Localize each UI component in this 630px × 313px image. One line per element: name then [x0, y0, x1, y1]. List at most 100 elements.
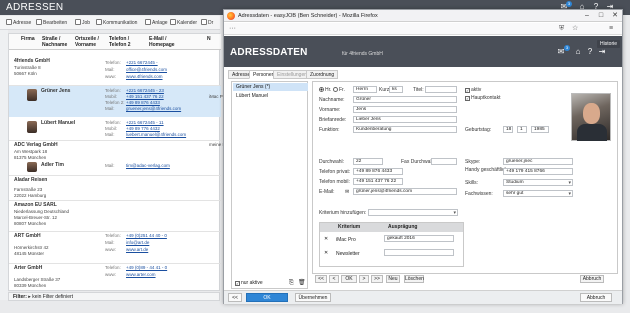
back-button[interactable]: <<	[228, 293, 242, 302]
copy-icon[interactable]: ⎘	[289, 280, 294, 286]
last-record-button[interactable]: >>	[371, 275, 383, 283]
minimize-icon[interactable]: –	[580, 10, 594, 22]
loeschen-button[interactable]: Löschen	[404, 275, 424, 283]
menu-icon[interactable]: ≡	[609, 25, 613, 33]
criteria-value-input[interactable]	[384, 249, 454, 256]
toolbar-job[interactable]: Job	[75, 19, 90, 27]
first-record-button[interactable]: <<	[315, 275, 327, 283]
geburtstag-jahr[interactable]: 1985	[531, 126, 549, 133]
row-phone-link[interactable]: +221 6672445 - 23	[126, 88, 164, 93]
close-icon[interactable]: ✕	[608, 10, 622, 22]
col-homepage[interactable]: Homepage	[149, 42, 175, 48]
tab-zuordnung[interactable]: Zuordnung	[306, 70, 339, 79]
mobil-input[interactable]: +49 151 437 76 22	[353, 178, 403, 185]
col-vorname[interactable]: Vorname	[75, 42, 96, 48]
radio-hr[interactable]	[319, 87, 324, 92]
row-mail-link[interactable]: gruener.jens@4friends.com	[126, 106, 181, 111]
toolbar-drucken[interactable]: Dr	[201, 19, 213, 27]
durchwahl-input[interactable]: 22	[353, 158, 383, 165]
toolbar-kommunikation[interactable]: Kommunikation	[96, 19, 137, 27]
row-web-link[interactable]: www.4friends.com	[126, 74, 163, 79]
row-phone2-link[interactable]: +49 89 876 4433	[126, 100, 160, 105]
toolbar-kalender[interactable]: Kalender	[170, 19, 197, 27]
table-row[interactable]: Lübert Manuel Telefon: Mobil: Mail: +221…	[9, 118, 221, 140]
more-icon[interactable]: ···	[229, 25, 236, 33]
neu-button[interactable]: Neu	[386, 275, 400, 283]
mail-icon[interactable]: ✉	[345, 189, 349, 195]
row-web-link[interactable]: www.art.de	[126, 247, 148, 252]
prev-record-button[interactable]: <	[329, 275, 339, 283]
row-mail-link[interactable]: tim@adac-verlag.com	[126, 163, 170, 168]
row-web-link[interactable]: www.arter.com	[126, 272, 156, 277]
uebernehmen-button[interactable]: Übernehmen	[295, 293, 331, 302]
toolbar-adresse[interactable]: Adresse	[6, 19, 31, 27]
row-mobile-link[interactable]: +49 89 776 4432	[126, 126, 160, 131]
skills-select[interactable]: Studium	[503, 179, 573, 186]
table-row[interactable]: Aladar Reisen Farnstraße 23 22022 Hambur…	[9, 177, 221, 198]
table-row[interactable]: Adler Tim Mail: tim@adac-verlag.com	[9, 162, 221, 174]
nachname-input[interactable]: Grüner	[353, 96, 457, 103]
kriterium-select[interactable]	[368, 209, 458, 216]
toolbar-bearbeiten[interactable]: Bearbeiten	[36, 19, 67, 27]
fachwissen-select[interactable]: sehr gut	[503, 190, 573, 197]
row-mobile-link[interactable]: +49 151 437 76 22	[126, 94, 164, 99]
table-row[interactable]: ADC Verlag GmbH Am Westpark 18 81375 Mün…	[9, 142, 226, 162]
col-n[interactable]: N	[207, 36, 211, 42]
hauptkontakt-checkbox[interactable]: ✓	[465, 96, 470, 101]
help-icon[interactable]: ?	[586, 48, 594, 56]
kurz-input[interactable]: ks	[389, 86, 403, 93]
anrede-fr[interactable]: Fr.	[333, 87, 345, 93]
funktion-input[interactable]: Kundenberatung	[353, 126, 457, 133]
row-mail-link[interactable]: luebert.manuel@4friends.com	[126, 132, 186, 137]
vorname-input[interactable]: Jens	[353, 106, 457, 113]
bookmark-star-icon[interactable]: ☆	[572, 25, 578, 33]
historie-button[interactable]: Historie	[597, 40, 620, 48]
remove-icon[interactable]: ✕	[324, 236, 328, 242]
row-phone-link[interactable]: +221 6672445 - 11	[126, 120, 164, 125]
person-photo[interactable]	[571, 93, 611, 141]
radio-fr[interactable]	[333, 87, 338, 92]
table-row-selected[interactable]: Grüner Jens Telefon: Mobil: Telefon 2: M…	[9, 86, 227, 117]
row-mail-link[interactable]: office@4friends.com	[126, 67, 167, 72]
hauptkontakt-row[interactable]: ✓ Hauptkontakt	[465, 95, 500, 101]
briefanrede-input[interactable]: Lieber Jens	[353, 116, 457, 123]
privat-input[interactable]: +49 89 876 4433	[353, 168, 403, 175]
form-abbruch-button[interactable]: Abbruch	[580, 275, 604, 283]
nav-ok-button[interactable]: OK	[341, 275, 357, 283]
ok-button[interactable]: OK	[246, 293, 288, 302]
logout-icon[interactable]: ⇥	[598, 48, 606, 56]
next-record-button[interactable]: >	[359, 275, 369, 283]
toolbar-anlage[interactable]: Anlage	[145, 19, 168, 27]
col-nachname[interactable]: Nachname	[42, 42, 67, 48]
shield-icon[interactable]: ⛨	[559, 25, 564, 33]
list-item[interactable]: Lübert Manuel	[233, 92, 308, 100]
nur-aktive-checkbox[interactable]: ✓	[235, 281, 240, 286]
email-input[interactable]: grüner.jens@4friends.com	[353, 188, 457, 195]
list-item-selected[interactable]: Grüner Jens (*)	[233, 83, 308, 91]
home-icon[interactable]: ⌂	[574, 48, 582, 56]
filter-bar[interactable]: Filter: ▸ kein Filter definiert	[8, 292, 220, 301]
handy-input[interactable]: +49 179 415 8766	[503, 168, 573, 175]
col-firma[interactable]: Firma	[21, 36, 35, 42]
geburtstag-monat[interactable]: 1	[517, 126, 527, 133]
row-phone-link[interactable]: +221 6672445 -	[126, 60, 158, 65]
col-telefon2[interactable]: Telefon 2	[109, 42, 131, 48]
maximize-icon[interactable]: □	[594, 10, 608, 22]
aktiv-row[interactable]: ✓ aktiv	[465, 87, 481, 93]
table-row[interactable]: ART GmbH Hörnerkirchstr 42 48145 Münster…	[9, 233, 221, 261]
abbruch-button[interactable]: Abbruch	[580, 293, 612, 302]
row-mail-link[interactable]: info@art.de	[126, 240, 149, 245]
row-phone-link[interactable]: +49 (0)89 - 44 41 - 0	[126, 265, 167, 270]
fax-input[interactable]	[431, 158, 457, 165]
criteria-value-input[interactable]: gekauft 2016	[384, 235, 454, 242]
delete-icon[interactable]: 🗑	[298, 280, 306, 286]
titel-input[interactable]	[425, 86, 457, 93]
row-phone-link[interactable]: +49 (0)251 44 40 - 0	[126, 233, 167, 238]
anrede-hr[interactable]: Hr.	[319, 87, 331, 93]
aktiv-checkbox[interactable]: ✓	[465, 88, 470, 93]
table-row[interactable]: Arter GmbH Landsberger Straße 37 80339 M…	[9, 265, 221, 291]
table-row[interactable]: 4friends GmbH Turinstraße 8 50667 Köln T…	[9, 58, 221, 84]
table-row[interactable]: Amazon EU SARL Niederlassung Deutschland…	[9, 202, 221, 230]
anrede-input[interactable]: Herrn	[353, 86, 377, 93]
geburtstag-tag[interactable]: 18	[503, 126, 513, 133]
